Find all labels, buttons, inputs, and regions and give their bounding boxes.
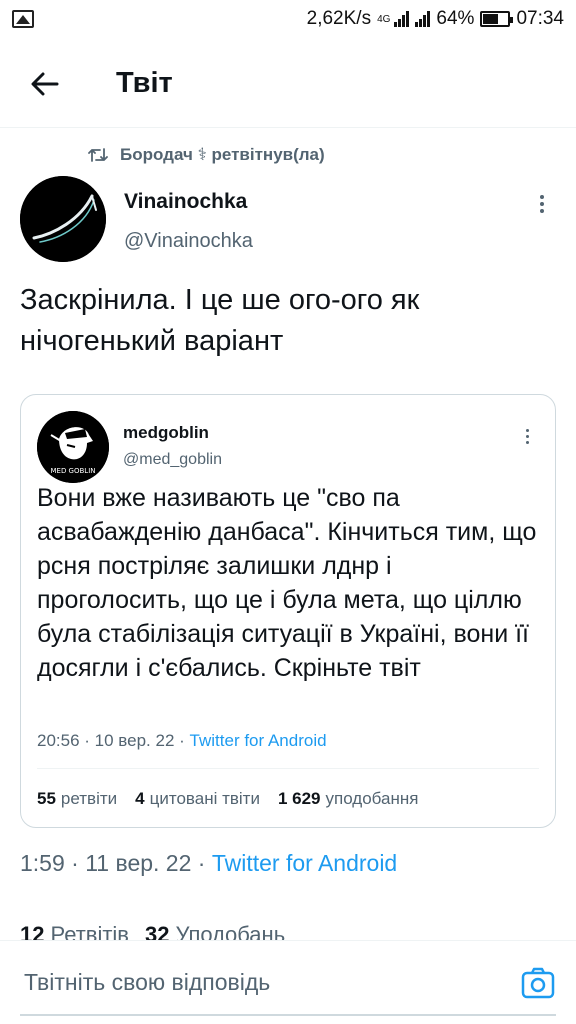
camera-icon: [521, 967, 555, 999]
arrow-left-icon: [31, 72, 59, 95]
quoted-avatar[interactable]: MED GOBLIN: [37, 411, 109, 483]
page-title: Твіт: [116, 67, 173, 99]
top-app-bar: Твіт: [0, 40, 576, 128]
author-name[interactable]: Vinainochka: [124, 190, 247, 214]
image-notification-icon: [12, 10, 34, 28]
quoted-more-options-button[interactable]: [517, 425, 537, 447]
signal-2-icon: [415, 11, 431, 27]
quoted-time: 20:56: [37, 731, 80, 750]
quoted-stats: 55 ретвіти 4 цитовані твіти 1 629 уподобанн…: [37, 789, 418, 809]
signal-1-icon: [394, 11, 410, 27]
more-options-button[interactable]: [528, 190, 556, 218]
reply-input[interactable]: Твітніть свою відповідь: [24, 969, 270, 996]
retweet-context[interactable]: Бородач ⚕ ретвітнув(ла): [88, 145, 325, 165]
quoted-tweet-meta: 20:56 · 10 вер. 22 · Twitter for Android: [37, 731, 327, 750]
goblin-logo-text: MED GOBLIN: [50, 467, 95, 475]
network-speed: 2,62K/s: [306, 8, 372, 29]
quoted-author-name[interactable]: medgoblin: [123, 423, 209, 443]
retweeter-text: Бородач ⚕ ретвітнув(ла): [120, 145, 325, 164]
quoted-author-handle[interactable]: @med_goblin: [123, 451, 222, 469]
tweet-text: Заскрінила. І це ше ого-ого як нічогеньк…: [20, 284, 420, 357]
quoted-quotes-stat[interactable]: 4 цитовані твіти: [135, 789, 260, 809]
tweet-date: 11 вер. 22: [85, 850, 192, 876]
clock: 07:34: [516, 8, 564, 29]
quoted-tweet-text: Вони вже називають це "сво па асвабажден…: [37, 484, 537, 682]
back-button[interactable]: [20, 59, 70, 109]
battery-percent: 64%: [436, 8, 475, 29]
tweet-source-link[interactable]: Twitter for Android: [212, 850, 397, 876]
quoted-source-link[interactable]: Twitter for Android: [190, 731, 327, 750]
author-handle[interactable]: @Vinainochka: [124, 230, 253, 253]
tweet-meta: 1:59 · 11 вер. 22 · Twitter for Android: [20, 850, 398, 876]
retweet-icon: [88, 148, 108, 162]
quoted-retweets-stat[interactable]: 55 ретвіти: [37, 789, 117, 809]
reply-underline: [20, 1014, 556, 1016]
reply-bar: Твітніть свою відповідь: [0, 940, 576, 1024]
network-type: 4G: [377, 13, 391, 25]
battery-icon: [480, 11, 514, 27]
camera-button[interactable]: [520, 965, 556, 1001]
status-bar: 2,62K/s 4G 64% 07:34: [0, 0, 576, 38]
tweet-time: 1:59: [20, 850, 65, 876]
tweet-author: Vinainochka @Vinainochka: [20, 176, 556, 266]
quoted-date: 10 вер. 22: [94, 731, 175, 750]
avatar[interactable]: [20, 176, 106, 262]
quoted-likes-stat[interactable]: 1 629 уподобання: [278, 789, 419, 809]
goblin-logo-icon: MED GOBLIN: [37, 411, 109, 483]
more-vertical-icon: [540, 195, 544, 199]
avatar-image: [20, 176, 106, 262]
quoted-tweet-card[interactable]: MED GOBLIN medgoblin @med_goblin Вони вж…: [20, 394, 556, 828]
divider: [37, 768, 539, 769]
more-vertical-icon: [525, 428, 529, 432]
